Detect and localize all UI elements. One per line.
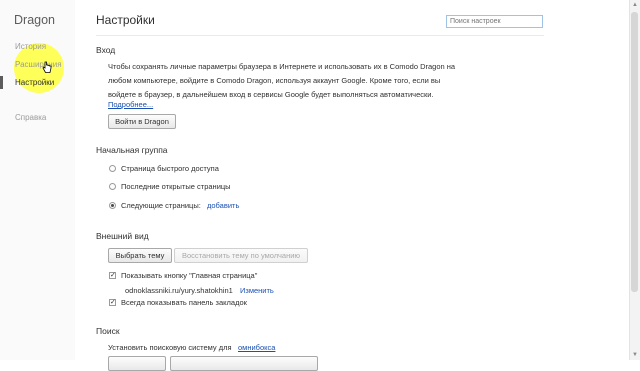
sidebar-item-settings[interactable]: Настройки <box>15 78 54 87</box>
page-title: Настройки <box>96 13 155 27</box>
scroll-up-icon[interactable]: ▲ <box>632 2 638 8</box>
radio-label-new-tab: Страница быстрого доступа <box>121 164 219 173</box>
bookmarks-bar-label: Всегда показывать панель закладок <box>121 298 247 307</box>
bookmarks-bar-checkbox[interactable]: ✓ <box>109 299 116 306</box>
search-engine-select[interactable] <box>108 356 166 371</box>
radio-specific-pages[interactable] <box>109 202 116 209</box>
startup-section-title: Начальная группа <box>96 145 168 155</box>
signin-description-line: войдете в браузер, в дальнейшем вход в с… <box>108 90 434 99</box>
home-button-label: Показывать кнопку "Главная страница" <box>121 271 258 280</box>
active-item-marker <box>0 76 3 89</box>
appearance-section-title: Внешний вид <box>96 231 149 241</box>
reset-theme-button[interactable]: Восстановить тему по умолчанию <box>174 248 308 263</box>
radio-continue[interactable] <box>109 183 116 190</box>
manage-search-engines-button[interactable] <box>170 356 318 371</box>
signin-description-line: любом компьютере, войдите в Comodo Drago… <box>108 76 441 85</box>
add-pages-link[interactable]: добавить <box>207 201 239 210</box>
hand-cursor-icon <box>42 61 52 73</box>
sidebar-item-help[interactable]: Справка <box>15 113 46 122</box>
home-page-url: odnoklassniki.ru/yury.shatokhin1 <box>125 286 233 295</box>
radio-new-tab[interactable] <box>109 165 116 172</box>
radio-label-specific-pages: Следующие страницы: <box>121 201 201 210</box>
signin-section-title: Вход <box>96 45 116 55</box>
app-brand: Dragon <box>14 13 55 27</box>
sidebar-item-history[interactable]: История <box>15 42 46 51</box>
sidebar-item-extensions[interactable]: Расширения <box>15 60 62 69</box>
page-scrollbar[interactable]: ▲ ▼ <box>629 0 640 360</box>
search-section-title: Поиск <box>96 326 120 336</box>
header-divider <box>96 35 544 36</box>
choose-theme-button[interactable]: Выбрать тему <box>108 248 172 263</box>
search-engine-text: Установить поисковую систему для <box>108 343 232 352</box>
scroll-thumb[interactable] <box>631 12 638 292</box>
signin-button[interactable]: Войти в Dragon <box>108 114 176 129</box>
search-settings-input[interactable] <box>446 15 543 28</box>
learn-more-link[interactable]: Подробнее... <box>108 100 153 109</box>
omnibox-link[interactable]: омнибокса <box>238 343 275 352</box>
signin-description-line: Чтобы сохранять личные параметры браузер… <box>108 62 456 71</box>
sidebar: Dragon История Расширения Настройки Спра… <box>0 0 75 360</box>
home-button-checkbox[interactable]: ✓ <box>109 272 116 279</box>
radio-label-continue: Последние открытые страницы <box>121 182 231 191</box>
scroll-down-icon[interactable]: ▼ <box>632 352 638 358</box>
change-home-link[interactable]: Изменить <box>240 286 274 295</box>
